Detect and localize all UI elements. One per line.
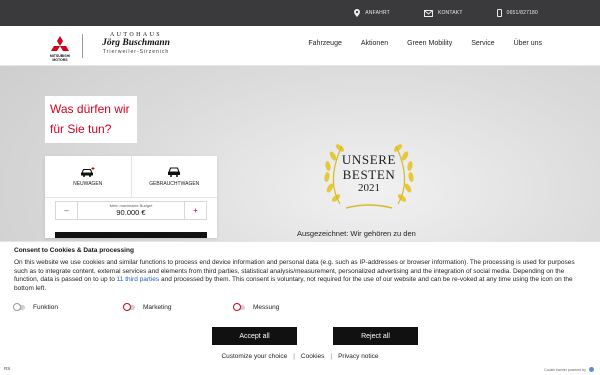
budget-decrease-button[interactable]: – bbox=[56, 202, 78, 219]
toggle-messung-label: Messung bbox=[253, 304, 280, 311]
site-header: MITSUBISHI MOTORS AUTOHAUS Jörg Buschman… bbox=[0, 26, 600, 66]
tab-gebrauchtwagen-label: GEBRAUCHTWAGEN bbox=[149, 181, 200, 187]
tab-gebrauchtwagen[interactable]: GEBRAUCHTWAGEN bbox=[130, 156, 218, 197]
provider-logo-icon bbox=[589, 367, 594, 372]
consent-title: Consent to Cookies & Data processing bbox=[14, 247, 134, 254]
consent-buttons: Accept all Reject all bbox=[212, 327, 418, 345]
powered-by: Cookie banner powered by bbox=[544, 367, 594, 372]
award-line1: UNSERE bbox=[341, 152, 397, 167]
privacy-notice-link[interactable]: Privacy notice bbox=[338, 353, 378, 360]
dealer-name: Jörg Buschmann bbox=[102, 38, 170, 48]
hero-title-line2: für Sie tun? bbox=[50, 122, 112, 136]
toggle-marketing-label: Marketing bbox=[143, 304, 172, 311]
nav-item-aktionen[interactable]: Aktionen bbox=[361, 40, 388, 47]
new-car-icon bbox=[80, 167, 95, 177]
award-year: 2021 bbox=[358, 182, 380, 194]
budget-stepper[interactable]: – Mein maximales Budget 90.000 € + bbox=[55, 201, 207, 220]
award-line2: BESTEN bbox=[342, 167, 396, 182]
cookies-link[interactable]: Cookies bbox=[301, 353, 324, 360]
budget-value[interactable]: 90.000 € bbox=[78, 208, 184, 217]
nav-item-fahrzeuge[interactable]: Fahrzeuge bbox=[308, 40, 341, 47]
toggle-funktion[interactable]: Funktion bbox=[13, 303, 124, 311]
phone-number: 0651/827180 bbox=[506, 10, 538, 16]
hero-title: Was dürfen wir für Sie tun? bbox=[45, 96, 137, 143]
link-separator: | bbox=[330, 353, 333, 360]
consent-links: Customize your choice | Cookies | Privac… bbox=[0, 353, 600, 360]
third-parties-link[interactable]: 11 third parties bbox=[117, 276, 160, 283]
toggle-messung[interactable]: Messung bbox=[233, 303, 344, 311]
customize-choice-link[interactable]: Customize your choice bbox=[221, 353, 287, 360]
logo-divider bbox=[82, 34, 83, 58]
nav-item-green-mobility[interactable]: Green Mobility bbox=[407, 40, 452, 47]
location-pin-icon bbox=[354, 9, 361, 17]
mail-icon bbox=[423, 9, 433, 17]
consent-toggles: Funktion Marketing Messung bbox=[13, 303, 344, 311]
used-car-icon bbox=[168, 167, 181, 177]
funktion-switch[interactable] bbox=[13, 303, 25, 311]
main-nav: Fahrzeuge Aktionen Green Mobility Servic… bbox=[308, 40, 542, 47]
phone-link[interactable]: 0651/827180 bbox=[496, 9, 538, 17]
cookie-consent-banner: Consent to Cookies & Data processing On … bbox=[0, 241, 600, 375]
marketing-switch[interactable] bbox=[123, 303, 135, 311]
budget-increase-button[interactable]: + bbox=[184, 202, 206, 219]
dealer-location: Trierweiler-Sirzenich bbox=[102, 49, 170, 55]
directions-link[interactable]: ANFAHRT bbox=[354, 9, 390, 17]
directions-label: ANFAHRT bbox=[365, 10, 390, 16]
vehicle-type-tabs: NEUWAGEN GEBRAUCHTWAGEN bbox=[45, 156, 217, 198]
phone-icon bbox=[496, 9, 502, 17]
powered-by-label: Cookie banner powered by bbox=[544, 367, 586, 372]
link-separator: | bbox=[293, 353, 295, 360]
accept-all-button[interactable]: Accept all bbox=[212, 327, 297, 345]
nav-item-ueber-uns[interactable]: Über uns bbox=[514, 40, 542, 47]
contact-label: KONTAKT bbox=[437, 10, 463, 16]
reject-all-button[interactable]: Reject all bbox=[333, 327, 418, 345]
messung-switch[interactable] bbox=[233, 303, 245, 311]
search-submit-bar[interactable] bbox=[55, 232, 207, 238]
vehicle-search-card: NEUWAGEN GEBRAUCHTWAGEN – Mein maximales… bbox=[45, 156, 217, 238]
toggle-marketing[interactable]: Marketing bbox=[123, 303, 234, 311]
brand-name: MITSUBISHI MOTORS bbox=[49, 54, 71, 62]
tab-neuwagen[interactable]: NEUWAGEN bbox=[45, 156, 131, 197]
top-bar: ANFAHRT KONTAKT 0651/827180 bbox=[0, 0, 600, 26]
tab-neuwagen-label: NEUWAGEN bbox=[73, 181, 103, 187]
award-badge: UNSERE BESTEN 2021 bbox=[316, 152, 422, 195]
dealer-logo[interactable]: AUTOHAUS Jörg Buschmann Trierweiler-Sirz… bbox=[88, 32, 184, 55]
nav-item-service[interactable]: Service bbox=[471, 40, 494, 47]
hero-title-line1: Was dürfen wir bbox=[50, 102, 130, 116]
contact-link[interactable]: KONTAKT bbox=[423, 9, 463, 17]
consent-settings-icon[interactable]: RS bbox=[4, 366, 10, 371]
award-teaser-text: Ausgezeichnet: Wir gehören zu den bbox=[297, 229, 416, 238]
toggle-funktion-label: Funktion bbox=[33, 304, 58, 311]
consent-text: On this website we use cookies and simil… bbox=[14, 259, 586, 293]
